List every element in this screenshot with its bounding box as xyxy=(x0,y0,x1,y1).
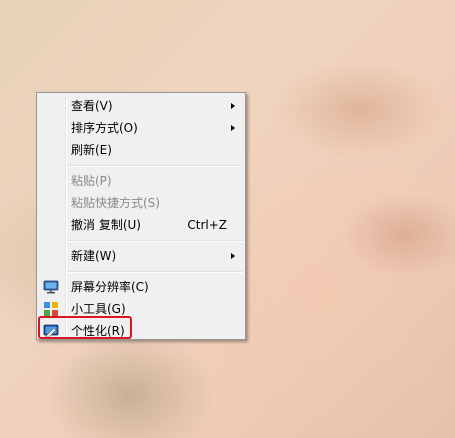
menu-item-undo-copy[interactable]: 撤消 复制(U) Ctrl+Z xyxy=(39,214,243,236)
menu-item-new[interactable]: 新建(W) xyxy=(39,245,243,267)
menu-item-paste-label: 粘贴(P) xyxy=(71,174,112,188)
menu-item-refresh-label: 刷新(E) xyxy=(71,143,112,157)
menu-item-undo-copy-label: 撤消 复制(U) xyxy=(71,218,141,232)
menu-item-undo-copy-shortcut: Ctrl+Z xyxy=(187,218,227,232)
submenu-arrow-icon xyxy=(231,253,235,259)
submenu-arrow-icon xyxy=(231,103,235,109)
menu-item-screen-resolution-label: 屏幕分辨率(C) xyxy=(71,280,149,294)
desktop-context-menu: 查看(V) 排序方式(O) 刷新(E) 粘贴(P) 粘贴快捷方式(S) 撤消 复… xyxy=(36,92,246,340)
menu-separator xyxy=(68,165,243,167)
menu-item-paste-shortcut[interactable]: 粘贴快捷方式(S) xyxy=(39,192,243,214)
menu-item-new-label: 新建(W) xyxy=(71,249,117,263)
menu-item-screen-resolution[interactable]: 屏幕分辨率(C) xyxy=(39,276,243,298)
menu-item-view-label: 查看(V) xyxy=(71,99,113,113)
menu-item-view[interactable]: 查看(V) xyxy=(39,95,243,117)
menu-item-sort-by-label: 排序方式(O) xyxy=(71,121,138,135)
annotation-highlight-box xyxy=(38,316,132,339)
gadgets-icon xyxy=(44,302,58,316)
menu-item-paste[interactable]: 粘贴(P) xyxy=(39,170,243,192)
monitor-icon xyxy=(43,280,59,294)
menu-item-paste-shortcut-label: 粘贴快捷方式(S) xyxy=(71,196,160,210)
menu-separator xyxy=(68,240,243,242)
submenu-arrow-icon xyxy=(231,125,235,131)
menu-separator xyxy=(68,271,243,273)
menu-item-sort-by[interactable]: 排序方式(O) xyxy=(39,117,243,139)
menu-item-refresh[interactable]: 刷新(E) xyxy=(39,139,243,161)
